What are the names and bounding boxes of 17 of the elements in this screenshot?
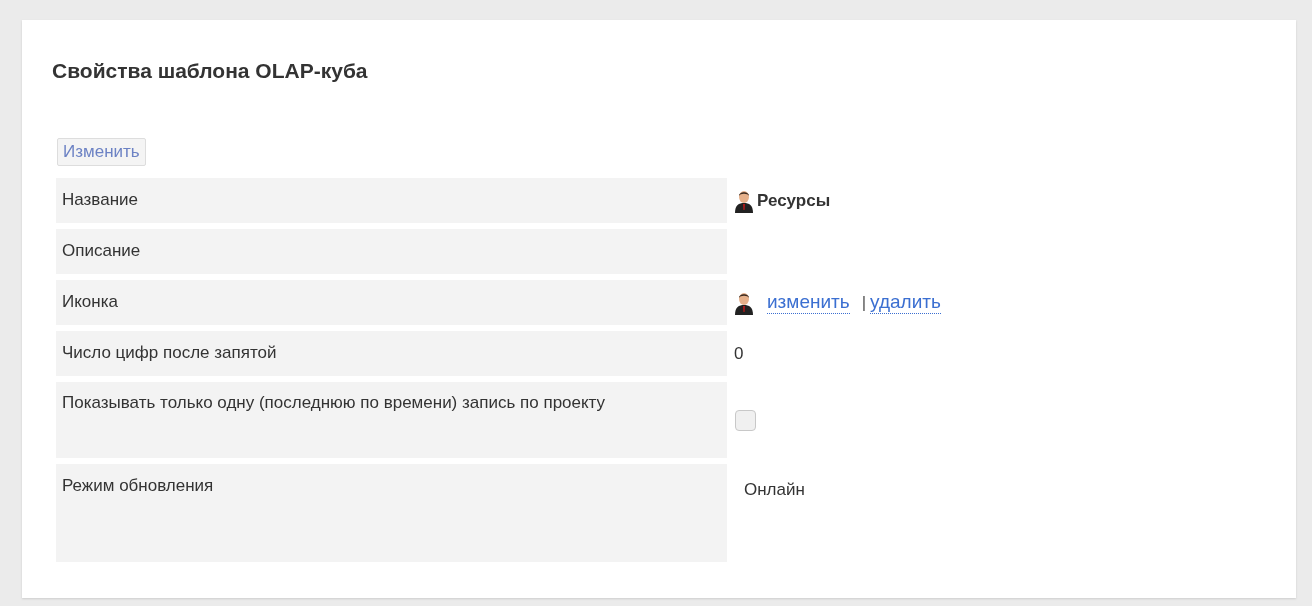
action-link[interactable]: удалить (870, 291, 941, 314)
page-title: Свойства шаблона OLAP-куба (52, 58, 369, 84)
separator: | (861, 292, 867, 313)
edit-button[interactable]: Изменить (57, 138, 146, 166)
property-value: 0 (734, 343, 744, 364)
property-label: Режим обновления (56, 464, 727, 562)
property-value: Ресурсы (757, 190, 831, 211)
checkbox[interactable] (735, 409, 756, 431)
property-label: Число цифр после запятой (56, 331, 727, 376)
property-label: Показывать только одну (последнюю по времени) запись по проекту (56, 382, 727, 458)
person-icon (734, 290, 754, 315)
property-label: Иконка (56, 280, 727, 325)
property-label: Описание (56, 229, 727, 274)
person-icon (734, 188, 754, 213)
action-link[interactable]: изменить (767, 291, 850, 314)
property-value: Онлайн (744, 480, 805, 500)
property-label: Название (56, 178, 727, 223)
